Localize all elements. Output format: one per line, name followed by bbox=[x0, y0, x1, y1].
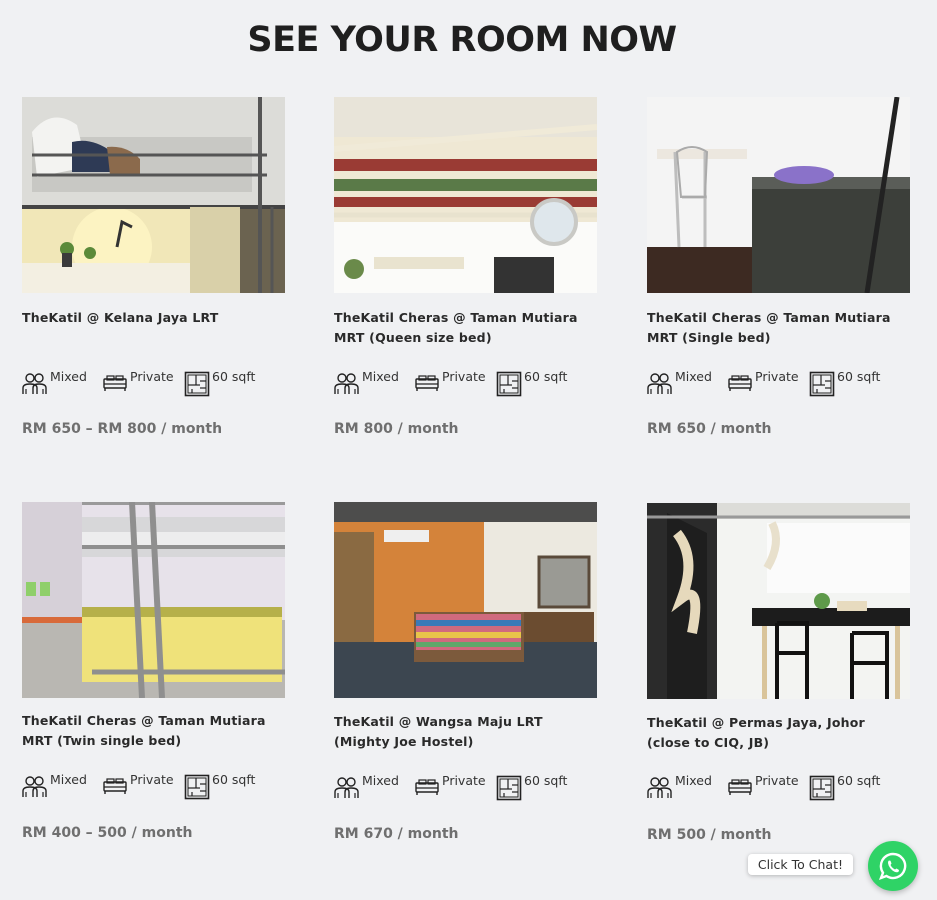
room-card[interactable]: TheKatil @ Kelana Jaya LRT Mixed Private… bbox=[22, 97, 285, 437]
floorplan-icon bbox=[496, 775, 522, 801]
feature-type-label: Private bbox=[442, 369, 486, 384]
room-title[interactable]: TheKatil @ Kelana Jaya LRT bbox=[22, 308, 285, 328]
feature-size-label: 60 sqft bbox=[212, 369, 256, 384]
room-price: RM 500 / month bbox=[647, 827, 772, 843]
room-card[interactable]: TheKatil Cheras @ Taman Mutiara MRT (Twi… bbox=[22, 502, 285, 841]
room-title[interactable]: TheKatil @ Permas Jaya, Johor (close to … bbox=[647, 713, 910, 753]
bed-icon bbox=[728, 375, 752, 391]
bed-icon bbox=[103, 375, 127, 391]
room-card[interactable]: TheKatil Cheras @ Taman Mutiara MRT (Sin… bbox=[647, 97, 910, 437]
room-photo[interactable] bbox=[22, 97, 285, 293]
room-card[interactable]: TheKatil @ Permas Jaya, Johor (close to … bbox=[647, 503, 910, 843]
bed-icon bbox=[103, 778, 127, 794]
feature-gender-label: Mixed bbox=[50, 772, 87, 787]
bed-icon bbox=[415, 375, 439, 391]
feature-size-label: 60 sqft bbox=[837, 369, 881, 384]
room-photo[interactable] bbox=[647, 503, 910, 699]
bed-icon bbox=[728, 779, 752, 795]
room-features: Mixed Private 60 sqft bbox=[334, 773, 597, 801]
bed-icon bbox=[415, 779, 439, 795]
feature-type-label: Private bbox=[442, 773, 486, 788]
feature-gender-label: Mixed bbox=[50, 369, 87, 384]
people-icon bbox=[22, 373, 47, 394]
room-title[interactable]: TheKatil Cheras @ Taman Mutiara MRT (Twi… bbox=[22, 711, 285, 751]
people-icon bbox=[647, 373, 672, 394]
feature-type-label: Private bbox=[130, 369, 174, 384]
room-card[interactable]: TheKatil @ Wangsa Maju LRT (Mighty Joe H… bbox=[334, 502, 597, 842]
room-price: RM 670 / month bbox=[334, 826, 459, 842]
people-icon bbox=[334, 777, 359, 798]
room-price: RM 800 / month bbox=[334, 421, 459, 437]
floorplan-icon bbox=[184, 774, 210, 800]
feature-gender-label: Mixed bbox=[362, 369, 399, 384]
chat-widget[interactable]: Click To Chat! bbox=[747, 841, 918, 891]
room-photo[interactable] bbox=[647, 97, 910, 293]
floorplan-icon bbox=[184, 371, 210, 397]
page-title: SEE YOUR ROOM NOW bbox=[247, 20, 677, 60]
floorplan-icon bbox=[496, 371, 522, 397]
chat-button[interactable] bbox=[868, 841, 918, 891]
floorplan-icon bbox=[809, 371, 835, 397]
room-features: Mixed Private 60 sqft bbox=[647, 773, 910, 801]
feature-gender-label: Mixed bbox=[675, 369, 712, 384]
room-features: Mixed Private 60 sqft bbox=[647, 369, 910, 397]
feature-type-label: Private bbox=[755, 369, 799, 384]
room-title[interactable]: TheKatil @ Wangsa Maju LRT (Mighty Joe H… bbox=[334, 712, 597, 752]
whatsapp-icon bbox=[878, 852, 907, 881]
floorplan-icon bbox=[809, 775, 835, 801]
room-price: RM 650 – RM 800 / month bbox=[22, 421, 223, 437]
feature-size-label: 60 sqft bbox=[524, 773, 568, 788]
room-title[interactable]: TheKatil Cheras @ Taman Mutiara MRT (Sin… bbox=[647, 308, 910, 348]
feature-size-label: 60 sqft bbox=[524, 369, 568, 384]
room-features: Mixed Private 60 sqft bbox=[334, 369, 597, 397]
room-photo[interactable] bbox=[334, 97, 597, 293]
room-title[interactable]: TheKatil Cheras @ Taman Mutiara MRT (Que… bbox=[334, 308, 597, 348]
chat-label[interactable]: Click To Chat! bbox=[747, 854, 853, 875]
feature-type-label: Private bbox=[755, 773, 799, 788]
feature-gender-label: Mixed bbox=[362, 773, 399, 788]
people-icon bbox=[22, 776, 47, 797]
people-icon bbox=[647, 777, 672, 798]
feature-type-label: Private bbox=[130, 772, 174, 787]
room-price: RM 650 / month bbox=[647, 421, 772, 437]
room-card[interactable]: TheKatil Cheras @ Taman Mutiara MRT (Que… bbox=[334, 97, 597, 437]
feature-size-label: 60 sqft bbox=[212, 772, 256, 787]
feature-size-label: 60 sqft bbox=[837, 773, 881, 788]
room-features: Mixed Private 60 sqft bbox=[22, 772, 285, 800]
people-icon bbox=[334, 373, 359, 394]
feature-gender-label: Mixed bbox=[675, 773, 712, 788]
room-photo[interactable] bbox=[22, 502, 285, 698]
room-price: RM 400 – 500 / month bbox=[22, 825, 193, 841]
room-features: Mixed Private 60 sqft bbox=[22, 369, 285, 397]
room-photo[interactable] bbox=[334, 502, 597, 698]
